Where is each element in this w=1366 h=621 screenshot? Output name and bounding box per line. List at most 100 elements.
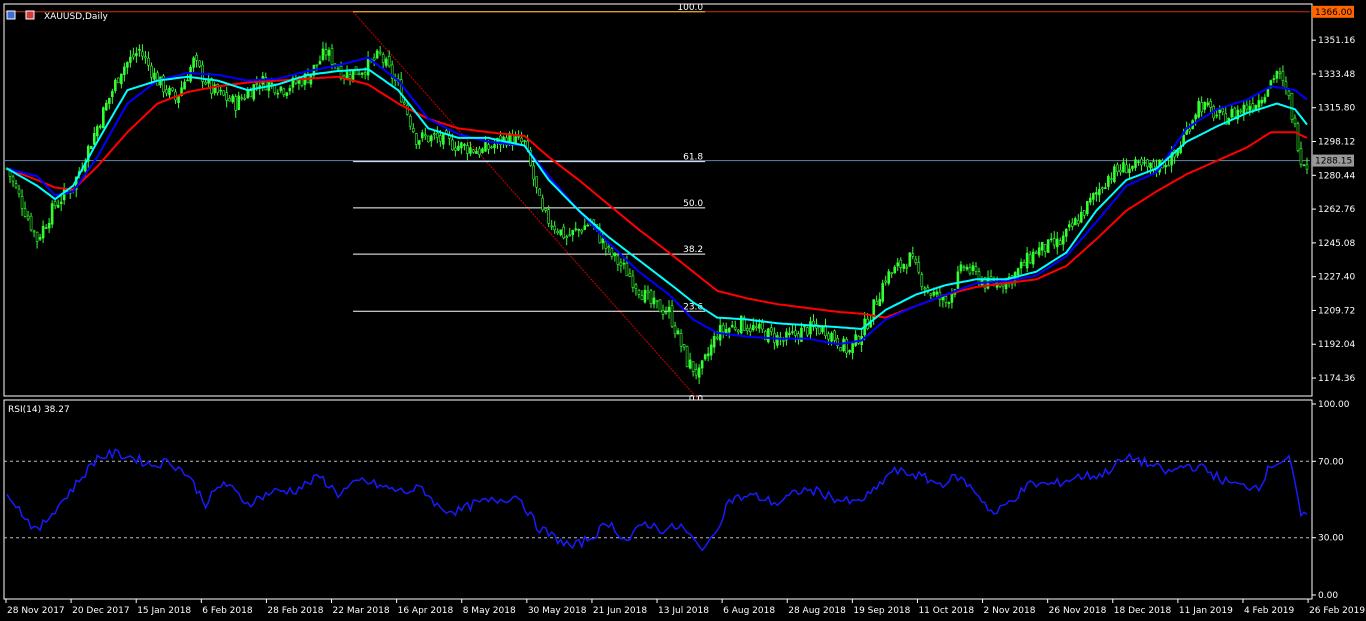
candle-body — [706, 353, 710, 357]
candle-body — [782, 340, 785, 342]
candle-body — [1188, 128, 1191, 132]
candle-body — [1086, 201, 1089, 215]
candle-body — [1052, 238, 1056, 246]
main-price-pane[interactable]: 100.061.850.038.223.60.0 1351.161333.481… — [3, 3, 1355, 405]
candle-body — [911, 253, 915, 257]
time-tick-label: 26 Feb 2019 — [1309, 606, 1365, 616]
candle-body — [709, 344, 713, 356]
candle-body — [433, 133, 436, 136]
rsi-tick-label: 70.00 — [1318, 457, 1344, 467]
candle-body — [1016, 268, 1020, 275]
candle-body — [117, 77, 120, 84]
candle-body — [279, 86, 283, 91]
candle-body — [1122, 162, 1125, 173]
candle-body — [682, 344, 686, 348]
candle-body — [1076, 220, 1080, 225]
candle-body — [1067, 224, 1071, 228]
candle-body — [20, 196, 24, 209]
candle-body — [1194, 114, 1197, 120]
candle-body — [1302, 164, 1306, 167]
price-tick-label: 1280.44 — [1318, 171, 1355, 181]
candle-body — [153, 72, 156, 80]
fib-level-label: 38.2 — [683, 245, 703, 255]
candle-body — [664, 311, 668, 314]
candle-body — [1203, 102, 1206, 110]
candle-body — [490, 146, 493, 149]
candle-body — [44, 227, 48, 229]
candle-body — [186, 79, 189, 82]
candle-body — [315, 64, 319, 67]
candle-body — [32, 230, 36, 233]
candle-body — [168, 87, 171, 96]
candle-body — [357, 73, 361, 76]
candle-body — [1061, 235, 1065, 245]
time-axis: 28 Nov 2017 20 Dec 2017 15 Jan 2018 6 Feb 2… — [5, 599, 1365, 616]
candle-body — [625, 262, 629, 277]
time-tick-label: 15 Jan 2018 — [137, 606, 191, 616]
candle-body — [791, 331, 794, 334]
candle-body — [691, 361, 695, 372]
candle-body — [845, 339, 848, 354]
candle-body — [839, 347, 842, 352]
candle-body — [454, 147, 457, 151]
candle-body — [150, 65, 153, 78]
candle-body — [1040, 241, 1044, 251]
candle-body — [758, 323, 761, 329]
candle-body — [1218, 109, 1222, 114]
time-tick-label: 22 Mar 2018 — [333, 606, 390, 616]
time-tick-label: 16 Apr 2018 — [398, 606, 454, 616]
candle-body — [1064, 228, 1068, 237]
candle-body — [676, 330, 680, 335]
candle-body — [923, 287, 927, 290]
rsi-axis: 100.00 70.00 30.00 0.00 — [1312, 400, 1350, 601]
candle-body — [38, 237, 42, 240]
rsi-label: RSI(14) 38.27 — [8, 405, 70, 415]
rsi-tick-label: 100.00 — [1318, 400, 1350, 410]
candle-body — [98, 125, 102, 128]
candle-body — [430, 135, 433, 142]
candle-body — [748, 327, 752, 332]
candle-body — [111, 91, 114, 98]
candle-body — [228, 98, 231, 102]
candle-body — [1182, 134, 1185, 144]
candle-body — [640, 295, 644, 300]
candle-body — [697, 367, 701, 378]
candle-body — [1248, 105, 1252, 111]
rsi-tick-label: 30.00 — [1318, 534, 1344, 544]
candle-body — [53, 201, 57, 207]
candle-body — [908, 252, 912, 267]
candle-body — [652, 297, 656, 305]
candle-body — [685, 346, 689, 368]
candle-body — [887, 271, 891, 284]
candle-body — [715, 336, 719, 339]
candle-body — [628, 273, 632, 277]
candle-body — [1275, 71, 1279, 79]
candle-body — [472, 149, 475, 153]
candle-body — [583, 225, 587, 230]
time-tick-label: 18 Dec 2018 — [1114, 606, 1172, 616]
price-tick-label: 1315.80 — [1318, 104, 1355, 114]
rsi-pane[interactable]: 100.00 70.00 30.00 0.00 RSI(14) 38.27 — [3, 399, 1350, 601]
candle-body — [896, 262, 900, 267]
current-price-tag: 1288.15 — [1315, 157, 1352, 167]
candle-body — [905, 266, 909, 269]
candle-body — [794, 330, 797, 336]
candle-body — [132, 54, 135, 58]
candle-body — [23, 208, 27, 217]
trading-chart[interactable]: 100.061.850.038.223.60.0 1351.161333.481… — [0, 0, 1366, 621]
candle-body — [270, 82, 274, 85]
candle-body — [1221, 108, 1225, 113]
candle-body — [788, 332, 791, 335]
candle-body — [252, 84, 256, 100]
candle-body — [745, 328, 749, 331]
candle-body — [1260, 99, 1264, 104]
candle-body — [607, 246, 611, 249]
candle-body — [881, 283, 884, 302]
candle-body — [884, 280, 888, 283]
candle-body — [944, 296, 948, 303]
candle-body — [920, 274, 924, 287]
candle-body — [1146, 159, 1149, 168]
candle-body — [1215, 114, 1219, 117]
candle-body — [544, 208, 547, 211]
candle-body — [658, 299, 662, 313]
